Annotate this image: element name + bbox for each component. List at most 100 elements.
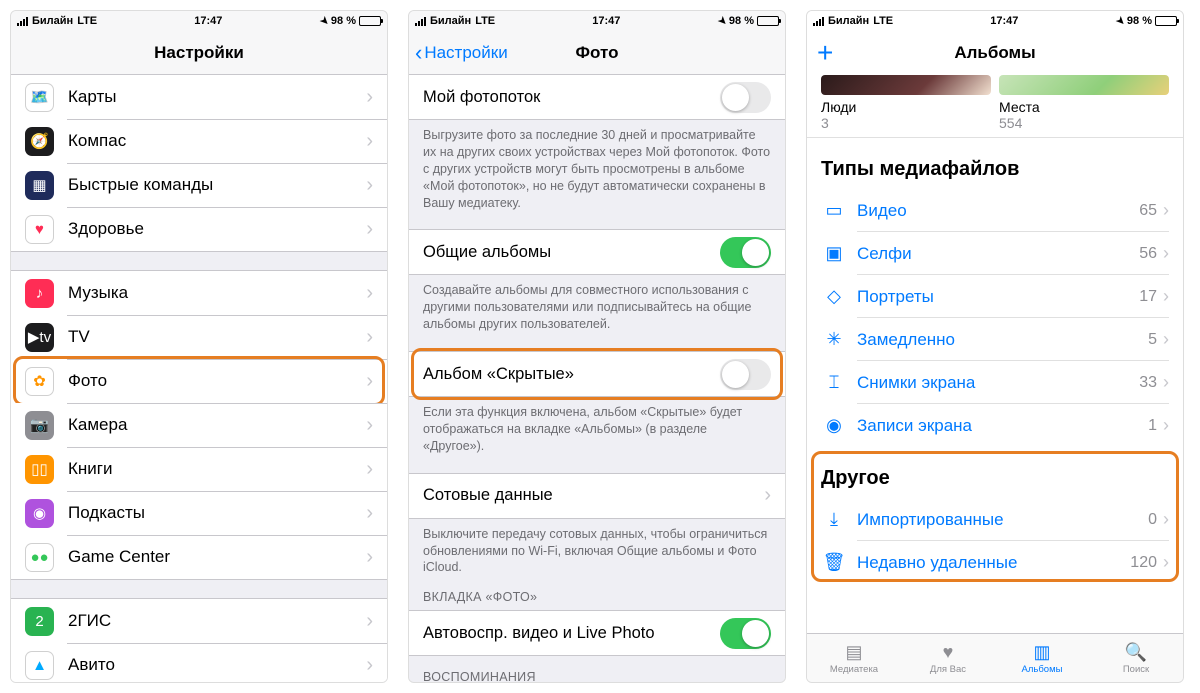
network-label: LTE (475, 15, 495, 27)
media-icon: ⤓ (821, 509, 847, 530)
location-icon: ➤ (317, 14, 331, 28)
thumb-places (999, 75, 1169, 95)
app-icon: 📷 (25, 411, 54, 440)
media-icon: ✳ (821, 329, 847, 350)
settings-row[interactable]: ✿Фото› (11, 359, 387, 403)
section-media-types: Типы медиафайлов (807, 137, 1183, 189)
album-count: 554 (999, 115, 1169, 131)
media-count: 120 (1130, 554, 1157, 572)
media-count: 56 (1139, 245, 1157, 263)
location-icon: ➤ (715, 14, 729, 28)
row-label: Быстрые команды (68, 175, 366, 195)
media-row[interactable]: ✳Замедленно5› (807, 318, 1183, 361)
chevron-right-icon: › (366, 458, 373, 481)
media-row[interactable]: ▭Видео65› (807, 189, 1183, 232)
app-icon: ✿ (25, 367, 54, 396)
header-memories: ВОСПОМИНАНИЯ (409, 656, 785, 682)
app-icon: ▶tv (25, 323, 54, 352)
app-icon: ♪ (25, 279, 54, 308)
row-hidden-album[interactable]: Альбом «Скрытые» (409, 352, 785, 396)
row-shared-albums[interactable]: Общие альбомы (409, 230, 785, 274)
settings-row[interactable]: ▦Быстрые команды› (11, 163, 387, 207)
chevron-right-icon: › (1163, 415, 1169, 436)
carrier-label: Билайн (828, 15, 869, 27)
chevron-right-icon: › (1163, 200, 1169, 221)
photo-settings-list[interactable]: Мой фотопоток Выгрузите фото за последни… (409, 75, 785, 682)
row-label: Здоровье (68, 219, 366, 239)
row-label: 2ГИС (68, 611, 366, 631)
row-label: Сотовые данные (423, 486, 764, 505)
media-icon: 🗑 (821, 552, 847, 573)
chevron-right-icon: › (366, 218, 373, 241)
chevron-right-icon: › (1163, 243, 1169, 264)
media-row[interactable]: ▣Селфи56› (807, 232, 1183, 275)
tab-Медиатека[interactable]: ▤Медиатека (807, 634, 901, 682)
row-autoplay[interactable]: Автовоспр. видео и Live Photo (409, 611, 785, 655)
media-row[interactable]: ◉Записи экрана1› (807, 404, 1183, 447)
clock: 17:47 (97, 15, 319, 27)
settings-row[interactable]: ♥Здоровье› (11, 207, 387, 251)
network-label: LTE (77, 15, 97, 27)
row-label: Авито (68, 655, 366, 675)
carrier-label: Билайн (430, 15, 471, 27)
media-count: 5 (1148, 331, 1157, 349)
album-places[interactable]: Места 554 (999, 75, 1169, 131)
footer-shared-albums: Создавайте альбомы для совместного испол… (409, 275, 785, 333)
toggle-shared-albums[interactable] (720, 237, 771, 268)
add-button[interactable]: + (817, 31, 833, 75)
status-bar: Билайн LTE 17:47 ➤ 98 % (409, 11, 785, 31)
media-label: Записи экрана (857, 416, 1148, 436)
signal-icon (415, 16, 426, 26)
clock: 17:47 (495, 15, 717, 27)
media-label: Замедленно (857, 330, 1148, 350)
media-icon: ▭ (821, 200, 847, 221)
media-label: Недавно удаленные (857, 553, 1130, 573)
toggle-autoplay[interactable] (720, 618, 771, 649)
albums-list[interactable]: Люди 3 Места 554 Типы медиафайлов ▭Видео… (807, 75, 1183, 633)
tab-label: Для Вас (930, 664, 966, 675)
media-row[interactable]: ◇Портреты17› (807, 275, 1183, 318)
footer-hidden-album: Если эта функция включена, альбом «Скрыт… (409, 397, 785, 455)
toggle-hidden-album[interactable] (720, 359, 771, 390)
settings-row[interactable]: 22ГИС› (11, 599, 387, 643)
settings-row[interactable]: 🗺️Карты› (11, 75, 387, 119)
network-label: LTE (873, 15, 893, 27)
app-icon: 2 (25, 607, 54, 636)
row-label: Мой фотопоток (423, 88, 720, 107)
album-people[interactable]: Люди 3 (821, 75, 991, 131)
tab-Для Вас[interactable]: ♥Для Вас (901, 634, 995, 682)
chevron-right-icon: › (1163, 286, 1169, 307)
settings-row[interactable]: ●●Game Center› (11, 535, 387, 579)
settings-list[interactable]: 🗺️Карты›🧭Компас›▦Быстрые команды›♥Здоров… (11, 75, 387, 682)
media-icon: ⌶ (821, 372, 847, 393)
signal-icon (813, 16, 824, 26)
back-button[interactable]: ‹ Настройки (415, 31, 508, 74)
tab-icon: ♥ (943, 641, 954, 663)
media-row[interactable]: ⌶Снимки экрана33› (807, 361, 1183, 404)
settings-row[interactable]: ♪Музыка› (11, 271, 387, 315)
settings-row[interactable]: ▯▯Книги› (11, 447, 387, 491)
settings-row[interactable]: ◉Подкасты› (11, 491, 387, 535)
tab-Альбомы[interactable]: ▥Альбомы (995, 634, 1089, 682)
row-label: Камера (68, 415, 366, 435)
chevron-right-icon: › (366, 654, 373, 677)
row-photo-stream[interactable]: Мой фотопоток (409, 75, 785, 119)
row-cellular[interactable]: Сотовые данные › (409, 474, 785, 518)
tab-icon: 🔍 (1125, 641, 1147, 663)
media-row[interactable]: ⤓Импортированные0› (807, 498, 1183, 541)
tab-icon: ▥ (1033, 641, 1050, 663)
tab-Поиск[interactable]: 🔍Поиск (1089, 634, 1183, 682)
chevron-right-icon: › (366, 546, 373, 569)
app-icon: 🧭 (25, 127, 54, 156)
settings-row[interactable]: ▲Авито› (11, 643, 387, 682)
toggle-photo-stream[interactable] (720, 82, 771, 113)
settings-row[interactable]: 📷 Камера› (11, 403, 387, 447)
settings-row[interactable]: 🧭Компас› (11, 119, 387, 163)
media-count: 1 (1148, 417, 1157, 435)
chevron-left-icon: ‹ (415, 42, 422, 64)
status-bar: Билайн LTE 17:47 ➤ 98 % (807, 11, 1183, 31)
chevron-right-icon: › (366, 414, 373, 437)
tab-bar: ▤Медиатека♥Для Вас▥Альбомы🔍Поиск (807, 633, 1183, 682)
media-row[interactable]: 🗑Недавно удаленные120› (807, 541, 1183, 584)
settings-row[interactable]: ▶tvTV› (11, 315, 387, 359)
